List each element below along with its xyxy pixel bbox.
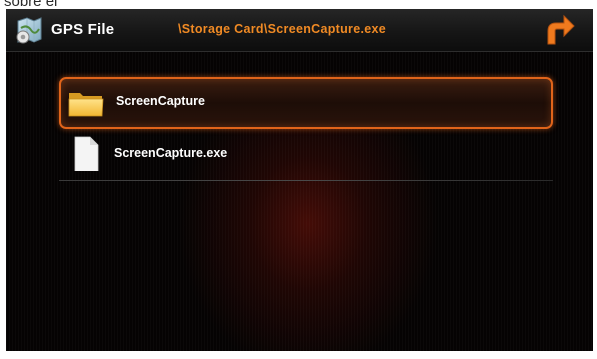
back-arrow-icon[interactable] [539,12,577,48]
file-name: ScreenCapture.exe [114,146,228,160]
file-row-screencapture-exe[interactable]: ScreenCapture.exe [59,129,553,181]
gps-app-icon [16,17,42,44]
title-bar: GPS File \Storage Card\ScreenCapture.exe [6,9,593,52]
folder-icon [68,93,104,117]
file-row-screencapture-folder[interactable]: ScreenCapture [59,77,553,129]
file-icon [74,136,99,171]
row-divider [59,180,553,181]
device-screen: GPS File \Storage Card\ScreenCapture.exe [6,9,593,351]
screenshot-stage: sobre él GPS File \Storage Card\ScreenCa… [0,0,597,359]
file-list: ScreenCapture ScreenCapture.exe [59,77,553,181]
caption-fragment: sobre él [4,0,58,10]
current-path: \Storage Card\ScreenCapture.exe [178,22,386,36]
file-name: ScreenCapture [116,94,205,108]
app-title: GPS File [51,21,115,38]
